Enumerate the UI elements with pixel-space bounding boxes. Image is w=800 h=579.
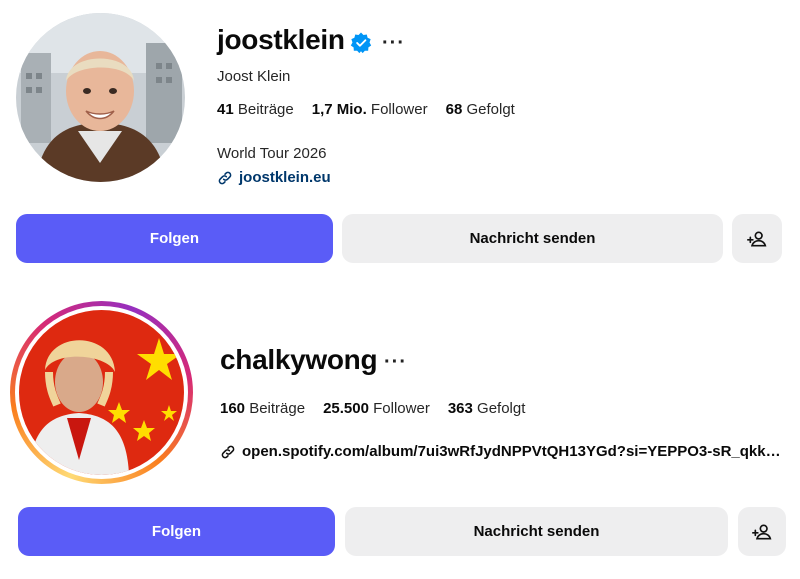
link-icon [221,445,235,458]
followers-count[interactable]: 25.500 Follower [323,400,430,417]
profile-username[interactable]: chalkywong [220,344,378,376]
suggest-people-button[interactable] [738,507,786,556]
avatar-photo-icon [16,13,185,182]
link-text[interactable]: open.spotify.com/album/7ui3wRfJydNPPVtQH… [242,443,787,460]
posts-count: 41 Beiträge [217,101,294,118]
send-message-button[interactable]: Nachricht senden [345,507,728,556]
profile-link[interactable]: joostklein.eu [217,169,331,186]
suggest-people-button[interactable] [732,214,782,263]
link-icon [218,171,232,184]
following-count[interactable]: 68 Gefolgt [446,101,515,118]
avatar-joostklein[interactable] [16,13,185,182]
follow-button[interactable]: Folgen [18,507,335,556]
avatar-chalkywong[interactable] [10,301,193,484]
add-person-icon [747,231,767,246]
profile-stats: 41 Beiträge 1,7 Mio. Follower 68 Gefolgt [217,101,515,118]
posts-count: 160 Beiträge [220,400,306,417]
add-person-icon [752,524,772,539]
profile-bio: World Tour 2026 [217,145,327,162]
follow-button[interactable]: Folgen [16,214,333,263]
more-options-icon[interactable]: ··· [384,352,407,372]
send-message-button[interactable]: Nachricht senden [342,214,723,263]
profile-fullname: Joost Klein [217,68,291,85]
profile-stats: 160 Beiträge 25.500 Follower 363 Gefolgt [220,400,525,417]
link-text[interactable]: joostklein.eu [239,169,331,186]
verified-badge-icon [350,32,372,54]
profile-link[interactable]: open.spotify.com/album/7ui3wRfJydNPPVtQH… [220,443,787,460]
more-options-icon[interactable]: ··· [382,33,405,53]
followers-count[interactable]: 1,7 Mio. Follower [312,101,428,118]
following-count[interactable]: 363 Gefolgt [448,400,526,417]
profile-username[interactable]: joostklein [217,24,345,56]
avatar-photo-icon [19,310,184,475]
